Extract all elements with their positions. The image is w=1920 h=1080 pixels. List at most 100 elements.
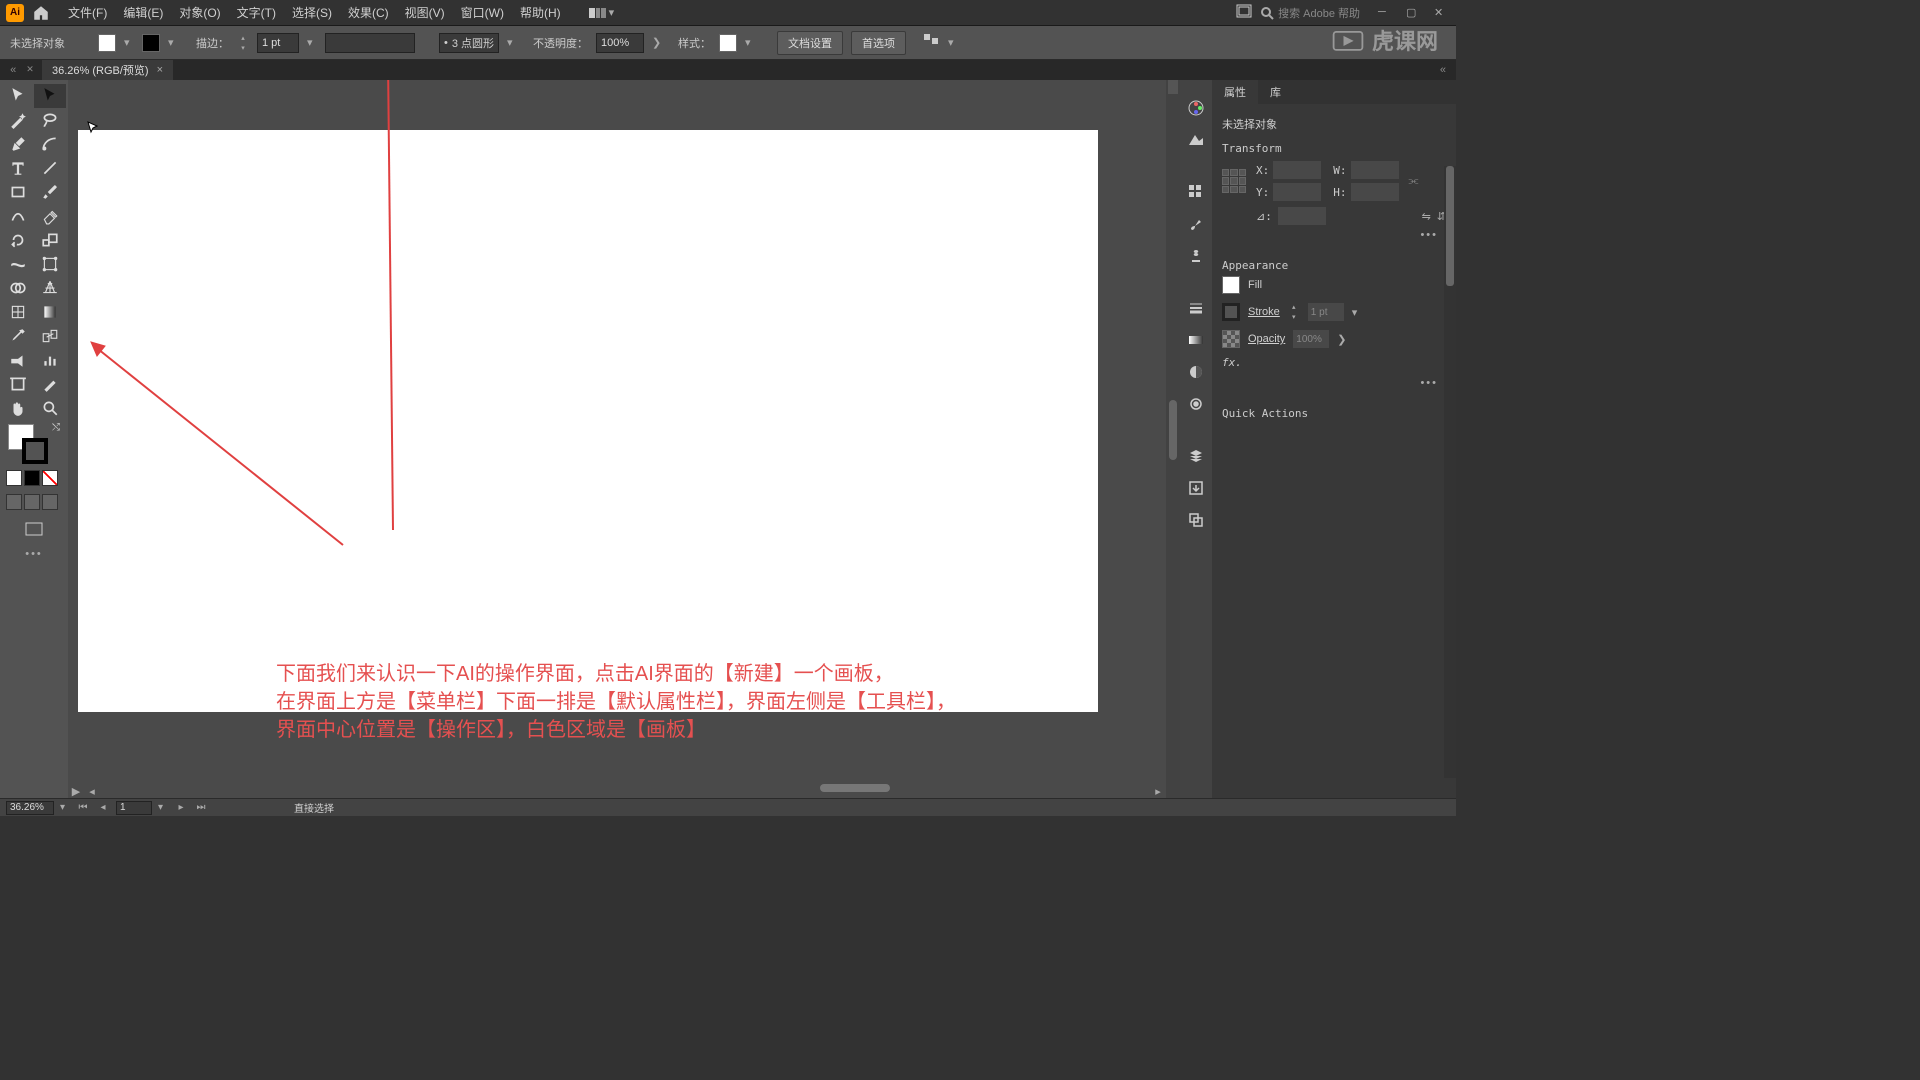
tab-close-icon[interactable]: ×	[157, 64, 163, 76]
layers-panel-icon[interactable]	[1184, 444, 1208, 468]
menu-file[interactable]: 文件(F)	[60, 0, 115, 25]
stroke-swatch[interactable]	[142, 34, 160, 52]
stroke-weight-dropdown[interactable]: ▾	[307, 36, 317, 49]
prev-artboard-button[interactable]: ◂	[96, 802, 110, 813]
color-white[interactable]	[6, 470, 22, 486]
color-panel-icon[interactable]	[1184, 96, 1208, 120]
vertical-scrollbar[interactable]	[1166, 80, 1180, 798]
swap-fill-stroke-icon[interactable]: ⤭	[52, 422, 60, 433]
style-dropdown[interactable]: ▾	[745, 36, 755, 49]
gradient-tool[interactable]	[34, 300, 66, 324]
shaper-tool[interactable]	[2, 204, 34, 228]
stroke-color-swatch[interactable]	[1222, 303, 1240, 321]
screen-mode-button[interactable]	[20, 518, 48, 540]
draw-inside[interactable]	[42, 494, 58, 510]
panel-scrollbar[interactable]	[1444, 166, 1456, 778]
artboard-tool[interactable]	[2, 372, 34, 396]
tab-libraries[interactable]: 库	[1258, 80, 1293, 104]
selection-tool[interactable]	[2, 84, 34, 108]
menu-help[interactable]: 帮助(H)	[512, 0, 569, 25]
magic-wand-tool[interactable]	[2, 108, 34, 132]
zoom-tool[interactable]	[34, 396, 66, 420]
prefs-button[interactable]: 首选项	[851, 31, 906, 55]
stroke-panel-icon[interactable]	[1184, 296, 1208, 320]
pen-tool[interactable]	[2, 132, 34, 156]
document-tab[interactable]: 36.26% (RGB/预览) ×	[42, 60, 173, 80]
opacity-input[interactable]	[596, 33, 644, 53]
slice-tool[interactable]	[34, 372, 66, 396]
free-transform-tool[interactable]	[34, 252, 66, 276]
last-artboard-button[interactable]: ⏭	[194, 802, 208, 813]
reference-point[interactable]	[1222, 169, 1246, 193]
opacity-dropdown[interactable]: ❯	[652, 36, 662, 49]
canvas-area[interactable]: 下面我们来认识一下AI的操作界面，点击AI界面的【新建】一个画板， 在界面上方是…	[68, 80, 1180, 798]
line-tool[interactable]	[34, 156, 66, 180]
panel-opacity-dd[interactable]: ❯	[1337, 333, 1347, 346]
color-guide-icon[interactable]	[1184, 128, 1208, 152]
artboard-nav-input[interactable]	[116, 801, 152, 815]
symbol-sprayer-tool[interactable]	[2, 348, 34, 372]
fill-stroke-control[interactable]: ⤭	[2, 420, 66, 466]
asset-export-icon[interactable]	[1184, 476, 1208, 500]
draw-normal[interactable]	[6, 494, 22, 510]
fill-swatch[interactable]	[98, 34, 116, 52]
first-artboard-button[interactable]: ⏮	[76, 802, 90, 813]
flip-h-icon[interactable]: ⇋	[1422, 210, 1431, 223]
hand-tool[interactable]	[2, 396, 34, 420]
menu-effect[interactable]: 效果(C)	[340, 0, 397, 25]
mesh-tool[interactable]	[2, 300, 34, 324]
home-icon[interactable]	[32, 4, 50, 22]
panel-stroke-dd[interactable]: ▾	[1352, 306, 1362, 319]
menu-type[interactable]: 文字(T)	[229, 0, 284, 25]
doc-setup-button[interactable]: 文档设置	[777, 31, 843, 55]
zoom-dropdown[interactable]: ▾	[60, 802, 70, 813]
fill-dropdown[interactable]: ▾	[124, 36, 134, 49]
fill-color-swatch[interactable]	[1222, 276, 1240, 294]
swatches-panel-icon[interactable]	[1184, 180, 1208, 204]
symbols-panel-icon[interactable]	[1184, 244, 1208, 268]
artboard-nav-dropdown[interactable]: ▾	[158, 802, 168, 813]
arrange-docs-icon[interactable]	[1236, 4, 1252, 21]
brush-dd-arrow[interactable]: ▾	[507, 36, 517, 49]
brush-def-dropdown[interactable]: •3 点圆形	[439, 33, 499, 53]
stroke-weight-input[interactable]	[257, 33, 299, 53]
zoom-input[interactable]	[6, 801, 54, 815]
draw-behind[interactable]	[24, 494, 40, 510]
brushes-panel-icon[interactable]	[1184, 212, 1208, 236]
fx-label[interactable]: fx.	[1222, 356, 1242, 369]
scale-tool[interactable]	[34, 228, 66, 252]
eyedropper-tool[interactable]	[2, 324, 34, 348]
panel-stroke-input[interactable]	[1308, 303, 1344, 321]
rotate-tool[interactable]	[2, 228, 34, 252]
align-icon[interactable]	[922, 32, 940, 53]
color-none[interactable]	[42, 470, 58, 486]
transform-more-icon[interactable]: •••	[1222, 225, 1446, 245]
y-input[interactable]	[1273, 183, 1321, 201]
h-input[interactable]	[1351, 183, 1399, 201]
link-wh-icon[interactable]: ⫘	[1409, 175, 1419, 188]
w-input[interactable]	[1351, 161, 1399, 179]
perspective-tool[interactable]	[34, 276, 66, 300]
rectangle-tool[interactable]	[2, 180, 34, 204]
menu-window[interactable]: 窗口(W)	[453, 0, 512, 25]
appearance-panel-icon[interactable]	[1184, 392, 1208, 416]
panel-opacity-input[interactable]	[1293, 330, 1329, 348]
curvature-tool[interactable]	[34, 132, 66, 156]
next-artboard-button[interactable]: ▸	[174, 802, 188, 813]
menu-object[interactable]: 对象(O)	[171, 0, 228, 25]
edit-toolbar-button[interactable]: •••	[2, 544, 66, 564]
search-box[interactable]: 搜索 Adobe 帮助	[1260, 5, 1360, 21]
artboards-panel-icon[interactable]	[1184, 508, 1208, 532]
tab-properties[interactable]: 属性	[1212, 80, 1258, 104]
menu-edit[interactable]: 编辑(E)	[115, 0, 171, 25]
x-input[interactable]	[1273, 161, 1321, 179]
maximize-icon[interactable]: ▢	[1406, 6, 1422, 20]
horizontal-scrollbar[interactable]: ▶ ◂ ▸	[68, 784, 1166, 798]
stroke-dropdown[interactable]: ▾	[168, 36, 178, 49]
menu-select[interactable]: 选择(S)	[284, 0, 340, 25]
type-tool[interactable]	[2, 156, 34, 180]
style-swatch[interactable]	[719, 34, 737, 52]
eraser-tool[interactable]	[34, 204, 66, 228]
tab-expand-right[interactable]: «	[1440, 64, 1456, 76]
minimize-icon[interactable]: ─	[1378, 6, 1394, 20]
